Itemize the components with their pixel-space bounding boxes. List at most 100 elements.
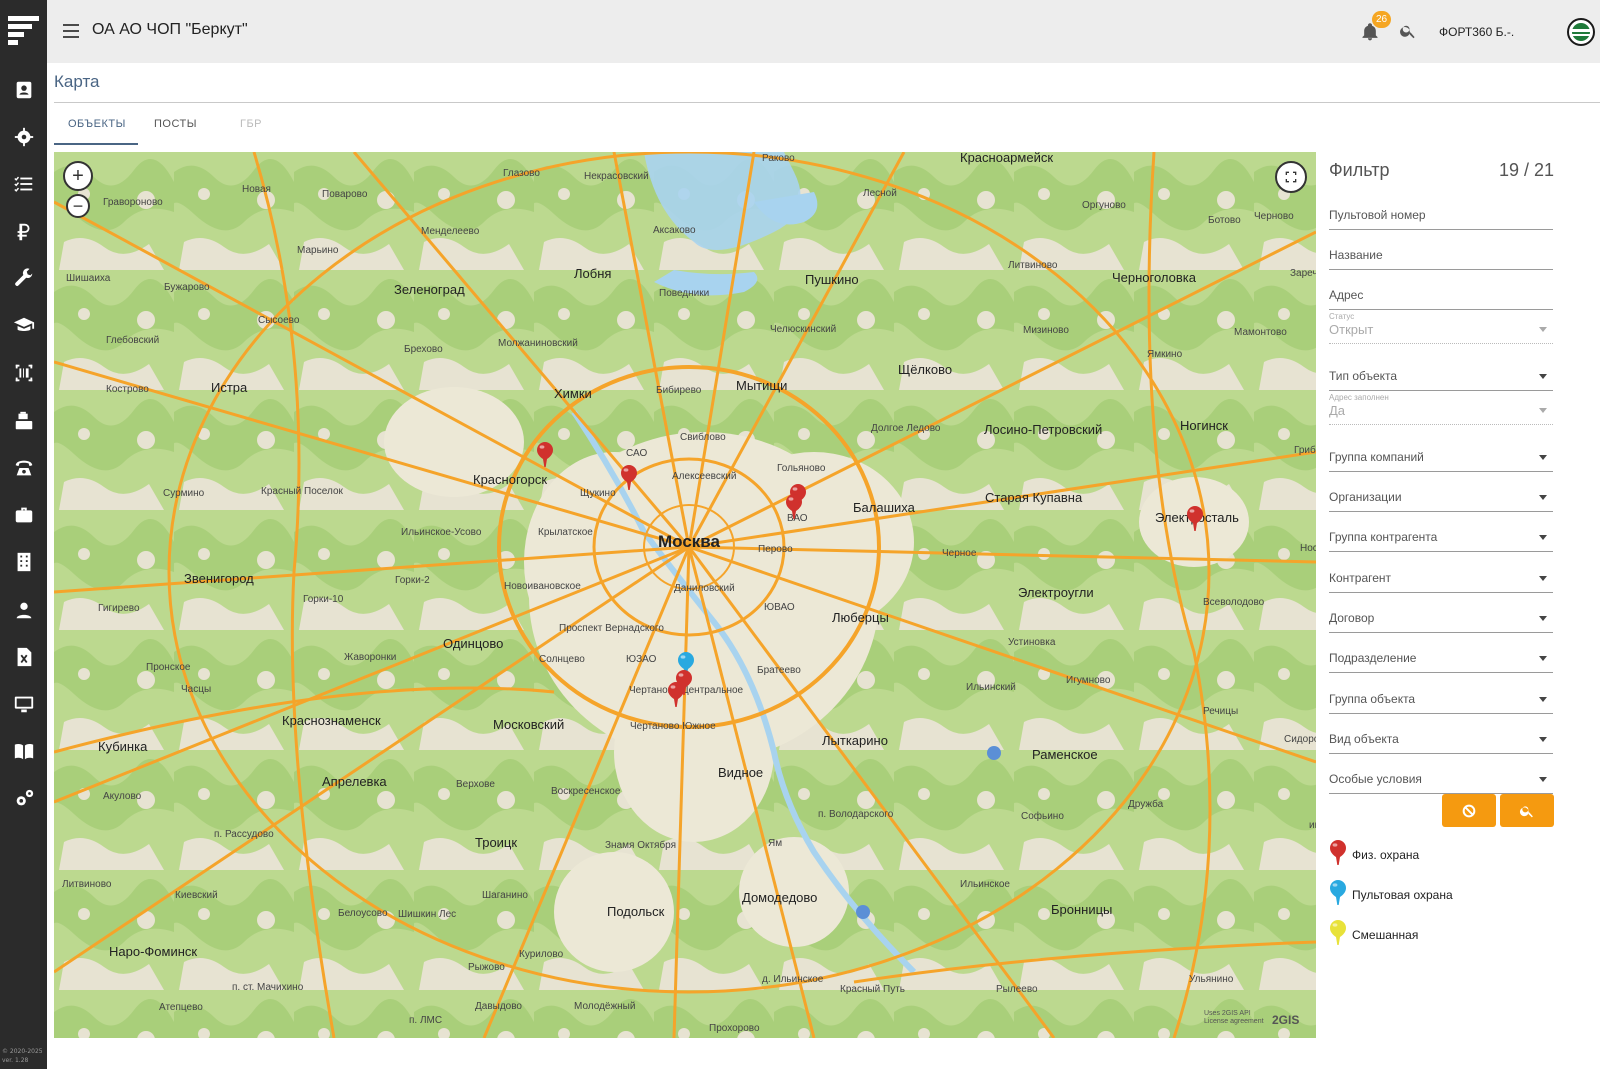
map-city-label: Истра — [211, 380, 248, 395]
sidebar-item-settings[interactable] — [0, 779, 47, 819]
map-city-label: Краснознаменск — [282, 713, 381, 728]
sidebar-item-excel-file[interactable] — [0, 637, 47, 677]
map-view[interactable]: Москва Красноармейск Лобня Пушкино Зеленогра… — [54, 152, 1316, 1038]
avatar[interactable] — [1567, 18, 1595, 46]
field-label: Организации — [1329, 490, 1402, 504]
sidebar-item-phone[interactable] — [0, 448, 47, 488]
filter-field-1-input[interactable]: Название — [1329, 236, 1553, 270]
map-city-label: Домодедово — [742, 890, 818, 905]
tab-gbr[interactable]: ГБР — [240, 118, 262, 130]
map-place-label: Белоусово — [338, 908, 388, 919]
sidebar-item-graduation-cap[interactable] — [0, 306, 47, 346]
map-place-label: п. ЛМС — [409, 1015, 443, 1026]
map-place-label: Проспект Вернадского — [559, 623, 664, 634]
map-place-label: Ильинский — [966, 682, 1016, 693]
map-place-label: Ям — [768, 838, 783, 849]
sidebar-item-book[interactable] — [0, 731, 47, 771]
map-place-label: Ильинское — [960, 879, 1010, 890]
reset-filter-button[interactable] — [1442, 794, 1496, 827]
filter-field-7-select[interactable]: Организации — [1329, 478, 1553, 512]
tab-posts[interactable]: Посты — [154, 118, 197, 130]
map-marker-phys[interactable] — [1187, 506, 1203, 532]
map-marker-phys[interactable] — [668, 682, 684, 708]
filter-field-14-select[interactable]: Особые условия — [1329, 760, 1553, 794]
map-place-label: Акулово — [103, 791, 142, 802]
map-place-label: Софьино — [1021, 811, 1064, 822]
zoom-out-button[interactable]: − — [66, 194, 90, 218]
field-label: Договор — [1329, 611, 1375, 625]
tab-objects[interactable]: Объекты — [68, 118, 126, 130]
map-city-label: Люберцы — [832, 610, 889, 625]
map-city-label: Зеленоград — [394, 282, 465, 297]
user-name[interactable]: ФОРТ360 Б.-. — [1439, 25, 1514, 39]
field-value: Да — [1329, 403, 1346, 418]
map-city-label: Одинцово — [443, 636, 504, 651]
fullscreen-button[interactable] — [1275, 161, 1307, 193]
filter-field-2-input[interactable]: Адрес — [1329, 276, 1553, 310]
filter-field-0-input[interactable]: Пультовой номер — [1329, 196, 1553, 230]
chevron-down-icon — [1539, 737, 1547, 742]
filter-field-4-select[interactable]: Тип объекта — [1329, 357, 1553, 391]
sidebar-item-briefcase[interactable] — [0, 495, 47, 535]
map-marker-phys[interactable] — [537, 442, 553, 468]
zoom-in-button[interactable]: + — [63, 161, 93, 191]
monitor-icon — [14, 696, 33, 713]
barcode-scan-icon — [15, 364, 32, 382]
map-provider-logo: 2GIS — [1272, 1013, 1300, 1027]
attribution-license[interactable]: License agreement — [1204, 1018, 1264, 1026]
map-place-label: им. Л — [1309, 820, 1316, 831]
sidebar-item-barcode-scan[interactable] — [0, 353, 47, 393]
map-attribution[interactable]: Uses 2GIS API License agreement — [1204, 1010, 1264, 1026]
map-city-label: Ногинск — [1180, 418, 1228, 433]
map-place-label: ЮЗАО — [626, 654, 657, 665]
map-place-label: Поварово — [322, 189, 368, 200]
sidebar-item-cash-register[interactable] — [0, 401, 47, 441]
filter-field-13-select[interactable]: Вид объекта — [1329, 720, 1553, 754]
search-icon[interactable] — [1399, 22, 1419, 42]
chevron-down-icon — [1539, 576, 1547, 581]
filter-field-11-select[interactable]: Подразделение — [1329, 639, 1553, 673]
map-place-label: Брехово — [404, 344, 443, 355]
map-place-label: п. Рассудово — [214, 829, 274, 840]
map-place-label: Аксаково — [653, 225, 696, 236]
sidebar-item-ruble[interactable] — [0, 212, 47, 252]
map-place-label: Шишаиха — [66, 273, 111, 284]
map-city-label: Электроугли — [1018, 585, 1094, 600]
filter-field-5-select[interactable]: Адрес заполнен Да — [1329, 391, 1553, 425]
sidebar-item-user[interactable] — [0, 590, 47, 630]
apply-filter-button[interactable] — [1500, 794, 1554, 827]
map-place-label: Речицы — [1203, 706, 1239, 717]
sidebar-item-gear-badge[interactable] — [0, 117, 47, 157]
ruble-icon — [17, 223, 29, 241]
legend-label: Пультовая охрана — [1352, 888, 1453, 902]
filter-field-9-select[interactable]: Контрагент — [1329, 559, 1553, 593]
copyright: © 2020-2025 ver. 1.28 — [2, 1047, 43, 1065]
map-city-label: Раменское — [1032, 747, 1098, 762]
app-logo-icon[interactable] — [8, 14, 39, 46]
map-marker-phys[interactable] — [786, 494, 802, 520]
map-place-label: Ульянино — [1189, 974, 1234, 985]
filter-field-3-select[interactable]: Статус Открыт — [1329, 310, 1553, 344]
sidebar-item-checklist[interactable] — [0, 164, 47, 204]
filter-field-6-select[interactable]: Группа компаний — [1329, 438, 1553, 472]
sidebar-item-contact-card[interactable] — [0, 70, 47, 110]
map-place-label: Заречье — [1290, 268, 1316, 279]
chevron-down-icon — [1539, 656, 1547, 661]
menu-icon[interactable] — [63, 24, 79, 38]
sidebar-item-building[interactable] — [0, 542, 47, 582]
sidebar-item-wrench[interactable] — [0, 259, 47, 299]
map-pin-icon — [668, 682, 684, 707]
map-city-label: Красногорск — [473, 472, 548, 487]
chevron-down-icon — [1539, 697, 1547, 702]
filter-field-10-select[interactable]: Договор — [1329, 599, 1553, 633]
map-place-label: Оргуново — [1082, 200, 1126, 211]
map-place-label: Алексеевский — [672, 471, 737, 482]
building-icon — [17, 552, 30, 572]
title-divider — [54, 102, 1600, 103]
filter-field-12-select[interactable]: Группа объекта — [1329, 680, 1553, 714]
map-marker-phys[interactable] — [621, 465, 637, 491]
filter-field-8-select[interactable]: Группа контрагента — [1329, 518, 1553, 552]
cash-register-icon — [15, 411, 32, 430]
sidebar-item-monitor[interactable] — [0, 684, 47, 724]
graduation-cap-icon — [13, 317, 34, 332]
